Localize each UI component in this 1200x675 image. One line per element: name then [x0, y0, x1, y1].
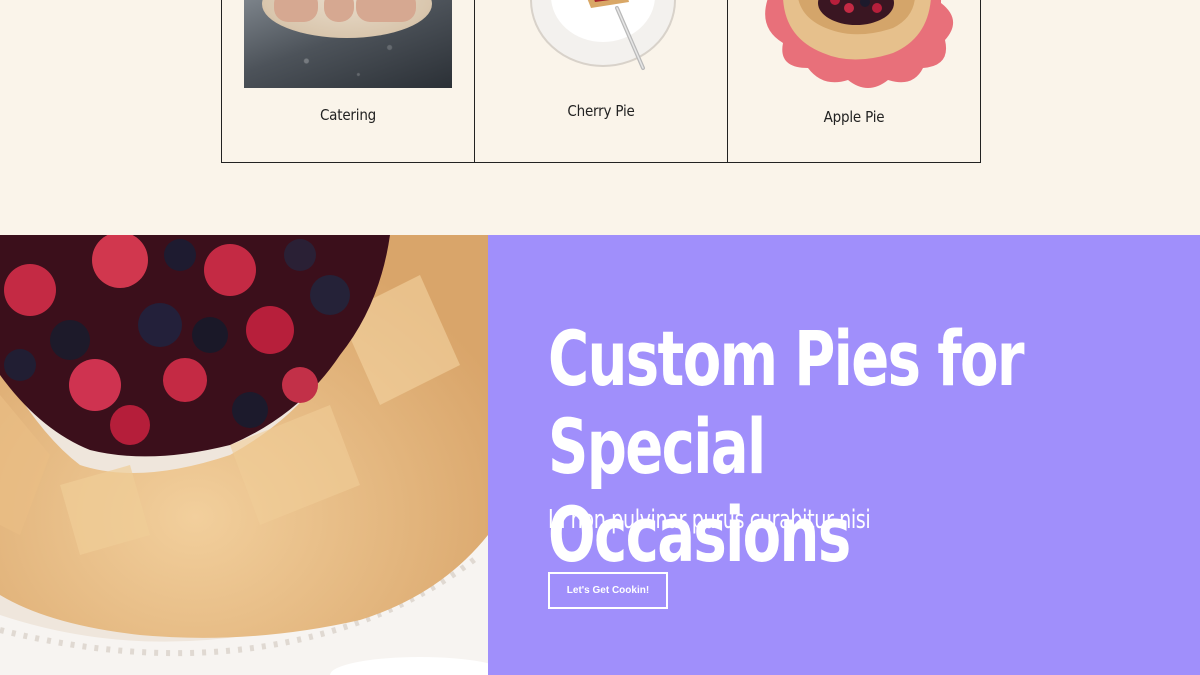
- category-card-catering[interactable]: Catering: [222, 0, 475, 162]
- apple-pie-galette-image: [765, 0, 953, 88]
- cherry-pie-plate-image: [530, 0, 676, 70]
- hand: [274, 0, 318, 22]
- berry-galette-image: [0, 235, 488, 675]
- hero-subtitle: In non pulvinar purus curabitur nisi: [548, 505, 871, 535]
- category-label: Catering: [319, 106, 377, 124]
- catering-image: [244, 0, 452, 88]
- hero-title-line: Special Occasions: [548, 402, 851, 579]
- custom-pies-hero: Custom Pies for Special Occasions In non…: [0, 235, 1200, 675]
- hero-title-line: Custom Pies for: [548, 314, 1025, 403]
- berry-galette-photo: [0, 235, 488, 675]
- category-card-cherry-pie[interactable]: Cherry Pie: [475, 0, 728, 162]
- category-label: Cherry Pie: [567, 102, 635, 120]
- hero-text-panel: Custom Pies for Special Occasions In non…: [488, 235, 1200, 675]
- category-label: Apple Pie: [823, 108, 885, 126]
- category-card-apple-pie[interactable]: Apple Pie: [728, 0, 980, 162]
- hand: [356, 0, 416, 22]
- lets-get-cookin-button[interactable]: Let's Get Cookin!: [548, 572, 668, 609]
- category-cards: Catering Cherry Pie Apple Pie: [221, 0, 981, 163]
- hero-title: Custom Pies for Special Occasions: [548, 315, 1056, 579]
